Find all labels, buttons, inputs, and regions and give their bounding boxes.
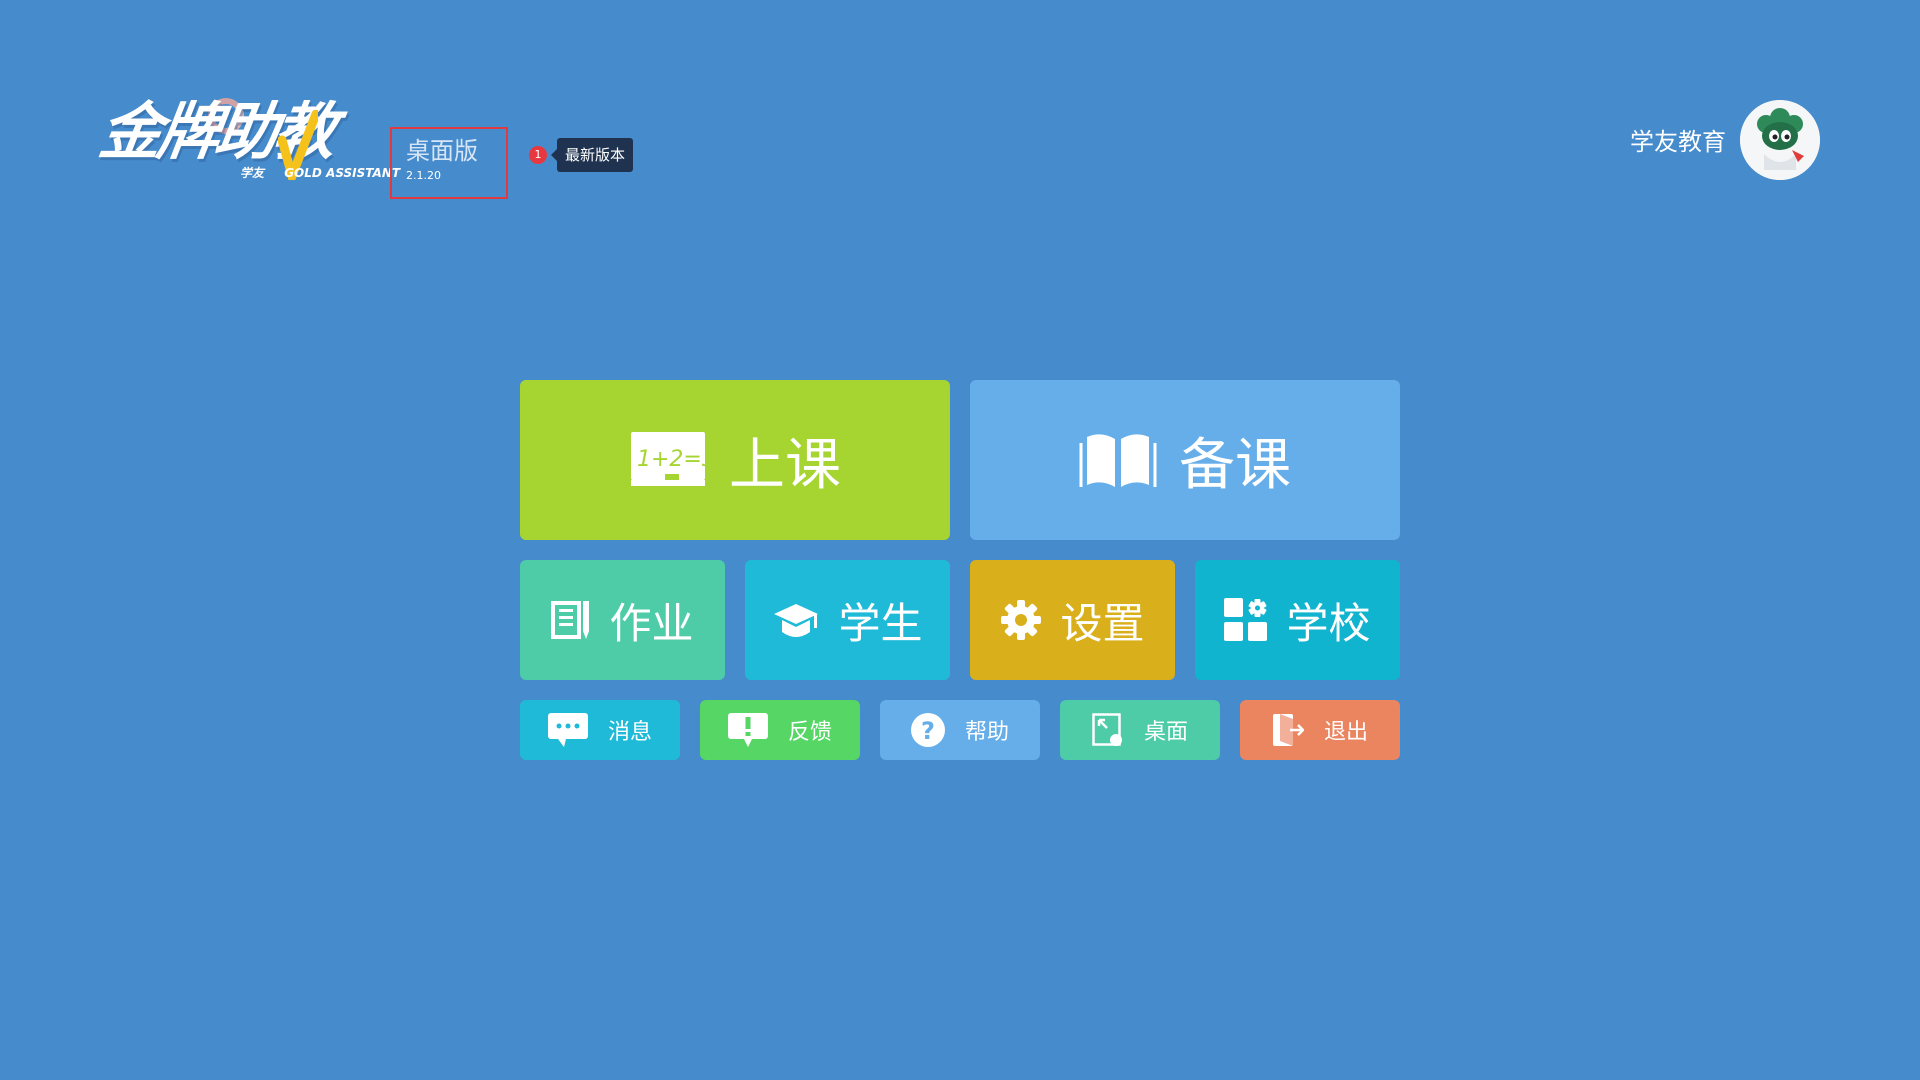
- school-label: 学校: [1286, 598, 1371, 648]
- brand-logo: 金牌助教 学友 GOLD ASSISTANT: [95, 95, 400, 186]
- exit-door-icon: [1272, 714, 1304, 746]
- logo-subtitle: 学友 GOLD ASSISTANT: [240, 164, 400, 181]
- start-class-tile[interactable]: 1+2=3 上课: [520, 380, 950, 540]
- chat-bubble-icon: [547, 713, 588, 747]
- desktop-label: 桌面: [1143, 720, 1188, 745]
- edition-name: 桌面版: [406, 137, 478, 165]
- update-tooltip: 最新版本: [550, 138, 634, 172]
- svg-text:1+2=3: 1+2=3: [637, 447, 707, 472]
- avatar-image: [1740, 100, 1820, 180]
- prepare-lesson-label: 备课: [1179, 432, 1291, 498]
- feedback-button[interactable]: 反馈: [700, 700, 860, 760]
- messages-button[interactable]: 消息: [520, 700, 680, 760]
- exit-label: 退出: [1323, 720, 1368, 745]
- edition-info: 桌面版 2.1.20: [390, 127, 508, 199]
- help-label: 帮助: [964, 720, 1009, 745]
- version-number: 2.1.20: [406, 169, 441, 182]
- svg-text:?: ?: [921, 717, 935, 745]
- settings-label: 设置: [1060, 598, 1145, 648]
- apps-grid-icon: [1224, 598, 1268, 641]
- help-button[interactable]: ? 帮助: [880, 700, 1040, 760]
- desktop-button[interactable]: 桌面: [1060, 700, 1220, 760]
- app-root: 金牌助教 学友 GOLD ASSISTANT 桌面版 2.1.20 1 最新版本…: [0, 0, 1920, 1080]
- exit-button[interactable]: 退出: [1240, 700, 1400, 760]
- logo-sub-cn: 学友: [240, 166, 265, 180]
- exclamation-icon: [727, 713, 768, 747]
- user-name[interactable]: 学友教育: [1630, 122, 1726, 157]
- gear-icon: [1001, 600, 1042, 640]
- start-class-label: 上课: [729, 432, 841, 498]
- student-tile[interactable]: 学生: [745, 560, 950, 680]
- student-label: 学生: [838, 598, 923, 648]
- mascot-avatar-icon[interactable]: [1740, 100, 1820, 180]
- homework-tile[interactable]: 作业: [520, 560, 725, 680]
- homework-label: 作业: [609, 598, 694, 648]
- feedback-label: 反馈: [787, 720, 832, 745]
- school-tile[interactable]: 学校: [1195, 560, 1400, 680]
- graduation-cap-icon: [774, 604, 819, 637]
- desktop-icon: [1092, 713, 1122, 746]
- question-icon: ?: [910, 713, 945, 747]
- open-book-icon: [1079, 434, 1157, 487]
- settings-tile[interactable]: 设置: [970, 560, 1175, 680]
- prepare-lesson-tile[interactable]: 备课: [970, 380, 1400, 540]
- notebook-icon: [551, 601, 590, 639]
- logo-sub-en: GOLD ASSISTANT: [284, 166, 401, 180]
- update-badge[interactable]: 1: [529, 146, 547, 164]
- messages-label: 消息: [607, 720, 652, 745]
- chalkboard-icon: 1+2=3: [631, 432, 707, 486]
